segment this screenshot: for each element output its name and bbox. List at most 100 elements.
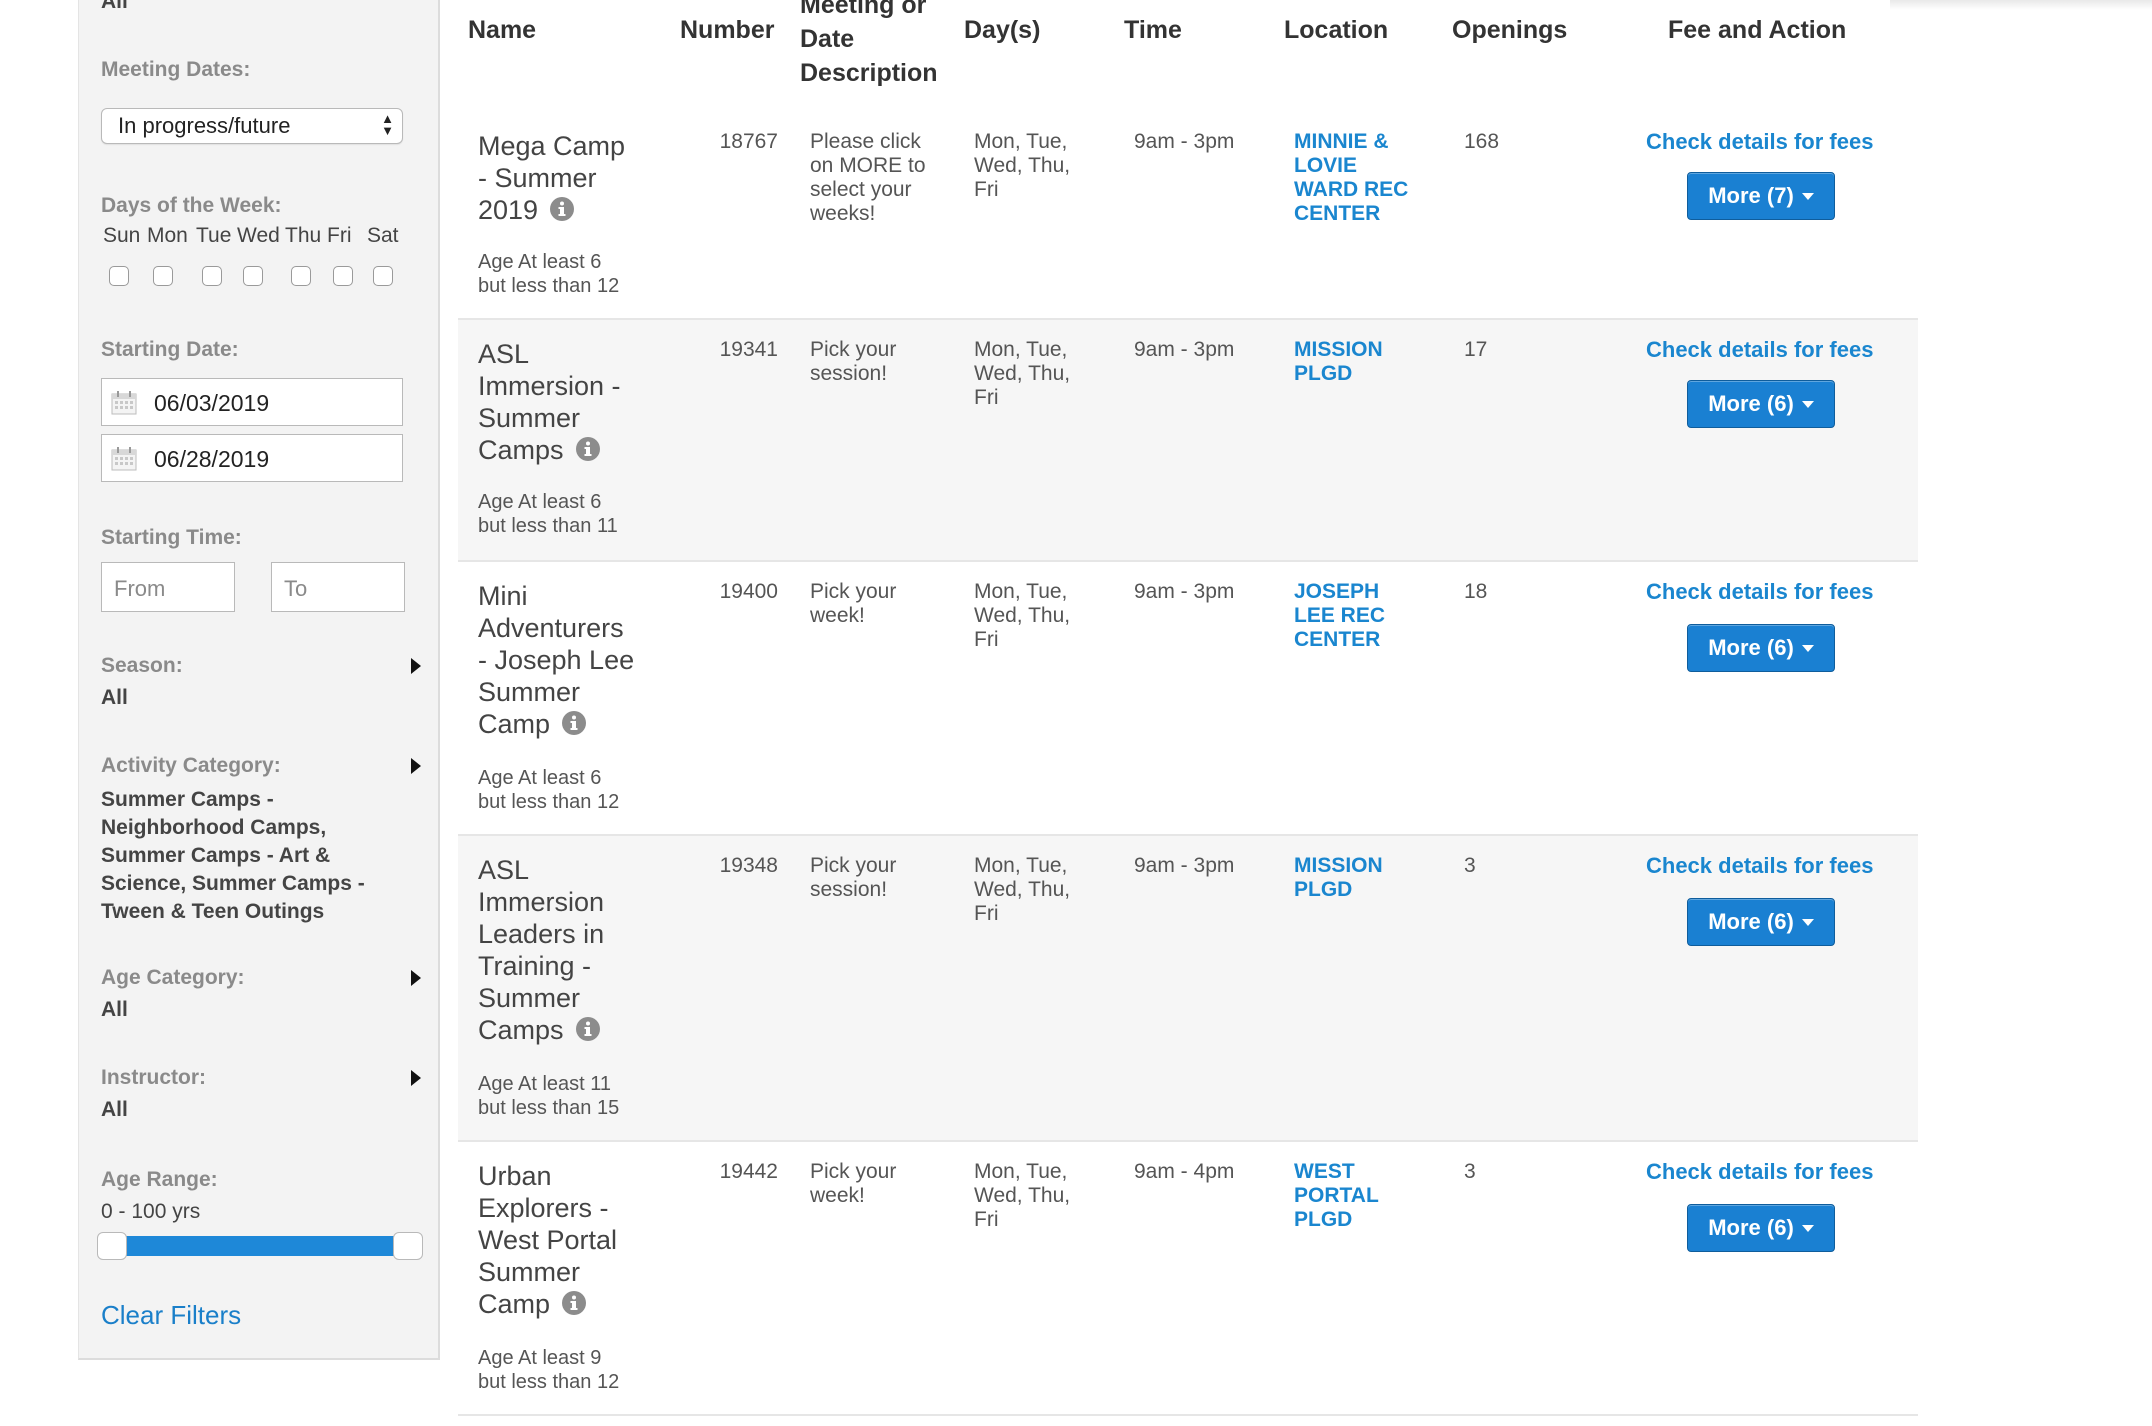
header-meeting-description: Meeting or Date Description bbox=[800, 0, 938, 90]
header-days: Day(s) bbox=[964, 16, 1041, 44]
more-button[interactable]: More (6) bbox=[1687, 624, 1835, 672]
header-meeting-line: Description bbox=[800, 59, 938, 87]
activity-name[interactable]: ASL Immersion Leaders in Training - Summer Ca… bbox=[478, 854, 658, 1046]
activity-number: 19348 bbox=[719, 854, 778, 877]
header-meeting-line: Meeting or bbox=[800, 0, 927, 19]
page-top-shadow bbox=[1890, 0, 2152, 10]
header-fee-action: Fee and Action bbox=[1668, 16, 1847, 44]
age-range-max-handle[interactable] bbox=[393, 1232, 423, 1260]
caret-down-icon bbox=[1801, 401, 1814, 408]
dow-sat-checkbox[interactable] bbox=[373, 266, 393, 286]
activity-description: Pick your session! bbox=[810, 854, 897, 901]
activity-location-link[interactable]: MISSION PLGD bbox=[1294, 338, 1434, 386]
activity-category-line: Science, Summer Camps - bbox=[101, 872, 365, 895]
age-range-label: Age Range: bbox=[101, 1168, 218, 1191]
age-range-track[interactable] bbox=[103, 1236, 403, 1256]
header-meeting-line: Date bbox=[800, 25, 855, 53]
clear-filters-link[interactable]: Clear Filters bbox=[101, 1300, 241, 1331]
age-range-min-handle[interactable] bbox=[97, 1232, 127, 1260]
dow-fri-checkbox[interactable] bbox=[333, 266, 353, 286]
dow-fri-label: Fri bbox=[327, 224, 352, 247]
activity-time: 9am - 3pm bbox=[1134, 338, 1235, 361]
info-icon[interactable] bbox=[562, 711, 587, 735]
info-icon[interactable] bbox=[562, 1291, 587, 1315]
meeting-dates-label: Meeting Dates: bbox=[101, 58, 251, 81]
info-icon[interactable] bbox=[575, 437, 600, 461]
starting-time-from-placeholder: From bbox=[114, 576, 166, 601]
dow-tue-label: Tue bbox=[196, 224, 232, 247]
check-fees-link[interactable]: Check details for fees bbox=[1646, 1160, 1906, 1184]
starting-time-to-input[interactable]: To bbox=[271, 562, 405, 612]
activity-category-expand-icon[interactable] bbox=[411, 758, 421, 774]
more-button-label: More (6) bbox=[1708, 635, 1794, 660]
age-category-value: All bbox=[101, 998, 128, 1021]
caret-down-icon bbox=[1801, 919, 1814, 926]
check-fees-link[interactable]: Check details for fees bbox=[1646, 854, 1906, 878]
more-button-label: More (6) bbox=[1708, 909, 1794, 934]
instructor-expand-icon[interactable] bbox=[411, 1070, 421, 1086]
dow-tue-checkbox[interactable] bbox=[202, 266, 222, 286]
activity-location-link[interactable]: MINNIE & LOVIE WARD REC CENTER bbox=[1294, 130, 1434, 226]
age-category-expand-icon[interactable] bbox=[411, 970, 421, 986]
info-icon[interactable] bbox=[575, 1017, 600, 1041]
caret-down-icon bbox=[1801, 645, 1814, 652]
activity-time: 9am - 3pm bbox=[1134, 130, 1235, 153]
starting-date-to-input[interactable]: 06/28/2019 bbox=[101, 434, 403, 482]
header-name: Name bbox=[468, 16, 537, 44]
activity-number: 19442 bbox=[719, 1160, 778, 1183]
more-button[interactable]: More (6) bbox=[1687, 1204, 1835, 1252]
check-fees-link[interactable]: Check details for fees bbox=[1646, 130, 1906, 154]
activity-time: 9am - 4pm bbox=[1134, 1160, 1235, 1183]
activity-openings: 17 bbox=[1464, 338, 1488, 361]
activity-category-value: Summer Camps - Neighborhood Camps, Summe… bbox=[101, 786, 365, 926]
dow-wed-label: Wed bbox=[237, 224, 280, 247]
activity-days: Mon, Tue, Wed, Thu, Fri bbox=[974, 338, 1071, 409]
more-button-label: More (7) bbox=[1708, 183, 1794, 208]
activity-category-line: Neighborhood Camps, bbox=[101, 816, 327, 839]
check-fees-link[interactable]: Check details for fees bbox=[1646, 580, 1906, 604]
days-of-week-label: Days of the Week: bbox=[101, 194, 282, 217]
age-category-label: Age Category: bbox=[101, 966, 245, 989]
season-label: Season: bbox=[101, 654, 183, 677]
activity-location-link[interactable]: MISSION PLGD bbox=[1294, 854, 1434, 902]
starting-date-from-input[interactable]: 06/03/2019 bbox=[101, 378, 403, 426]
dow-sat-label: Sat bbox=[367, 224, 399, 247]
activity-openings: 18 bbox=[1464, 580, 1488, 603]
activity-description: Pick your week! bbox=[810, 1160, 897, 1207]
dow-sun-checkbox[interactable] bbox=[109, 266, 129, 286]
check-fees-link[interactable]: Check details for fees bbox=[1646, 338, 1906, 362]
header-location: Location bbox=[1284, 16, 1389, 44]
dow-mon-checkbox[interactable] bbox=[153, 266, 173, 286]
activity-days: Mon, Tue, Wed, Thu, Fri bbox=[974, 854, 1071, 925]
activity-name[interactable]: ASL Immersion - Summer Camps bbox=[478, 338, 658, 466]
header-openings: Openings bbox=[1452, 16, 1568, 44]
activity-openings: 3 bbox=[1464, 1160, 1476, 1183]
activity-location-link[interactable]: JOSEPH LEE REC CENTER bbox=[1294, 580, 1434, 652]
activity-age: Age At least 6 but less than 11 bbox=[478, 491, 618, 537]
more-button[interactable]: More (6) bbox=[1687, 898, 1835, 946]
activity-name[interactable]: Mini Adventurers - Joseph Lee Summer Camp bbox=[478, 580, 658, 740]
season-expand-icon[interactable] bbox=[411, 658, 421, 674]
activity-time: 9am - 3pm bbox=[1134, 854, 1235, 877]
dow-thu-label: Thu bbox=[285, 224, 322, 247]
activity-days: Mon, Tue, Wed, Thu, Fri bbox=[974, 580, 1071, 651]
activity-name[interactable]: Urban Explorers - West Portal Summer Camp bbox=[478, 1160, 658, 1320]
activity-category-line: Summer Camps - bbox=[101, 788, 274, 811]
meeting-dates-select[interactable]: In progress/future ▲ ▼ bbox=[101, 108, 403, 144]
table-row: Urban Explorers - West Portal Summer Camp Ag… bbox=[458, 1142, 1918, 1416]
activity-location-link[interactable]: WEST PORTAL PLGD bbox=[1294, 1160, 1434, 1232]
starting-time-to-placeholder: To bbox=[284, 576, 308, 601]
dow-thu-checkbox[interactable] bbox=[291, 266, 311, 286]
starting-time-from-input[interactable]: From bbox=[101, 562, 235, 612]
dow-wed-checkbox[interactable] bbox=[243, 266, 263, 286]
activity-description: Pick your session! bbox=[810, 338, 897, 385]
filter-sidebar: All Meeting Dates: In progress/future ▲ ▼… bbox=[78, 0, 440, 1360]
more-button[interactable]: More (7) bbox=[1687, 172, 1835, 220]
more-button[interactable]: More (6) bbox=[1687, 380, 1835, 428]
activity-age: Age At least 6 but less than 12 bbox=[478, 767, 620, 813]
info-icon[interactable] bbox=[550, 197, 575, 221]
caret-down-icon bbox=[1801, 193, 1814, 200]
activity-description: Pick your week! bbox=[810, 580, 897, 627]
activity-name[interactable]: Mega Camp - Summer 2019 bbox=[478, 130, 658, 226]
activity-description: Please click on MORE to select your weeks! bbox=[810, 130, 926, 225]
